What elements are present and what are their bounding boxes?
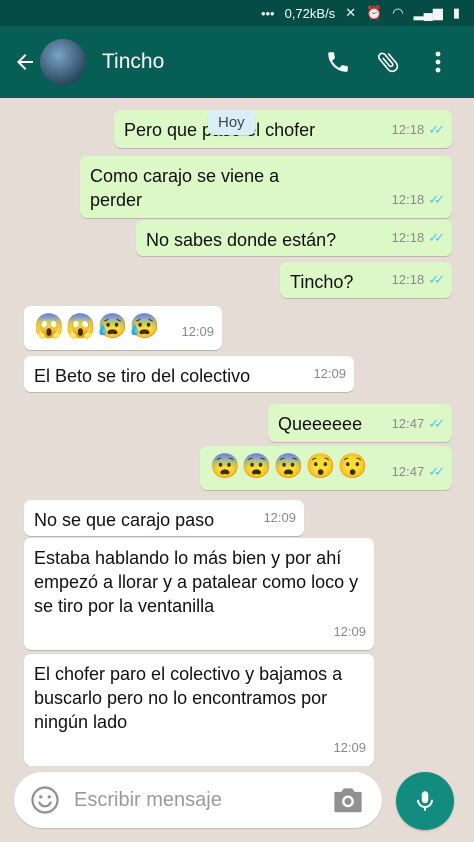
message-text: Estaba hablando lo más bien y por ahí em… xyxy=(34,548,359,616)
chat-area[interactable]: Pero que pasó el chofer 12:18✓✓ Como car… xyxy=(0,98,474,766)
message-bubble[interactable]: 😱😱😰😰 12:09 xyxy=(24,306,222,350)
message-time: 12:18 xyxy=(391,230,425,245)
back-button[interactable] xyxy=(6,42,44,82)
message-bubble[interactable]: Estaba hablando lo más bien y por ahí em… xyxy=(24,538,374,650)
voice-message-button[interactable] xyxy=(396,772,454,830)
message-text: El Beto se tiro del colectivo xyxy=(34,366,251,386)
more-notifications-icon: ••• xyxy=(260,5,275,21)
message-text: No sabes donde están? xyxy=(146,230,337,250)
message-text: Tincho? xyxy=(290,272,354,292)
phone-icon xyxy=(328,52,348,72)
date-chip: Hoy xyxy=(208,110,255,135)
message-time: 12:09 xyxy=(313,366,346,381)
read-ticks-icon: ✓✓ xyxy=(428,192,445,207)
microphone-icon xyxy=(416,791,434,811)
message-bubble[interactable]: El chofer paro el colectivo y bajamos a … xyxy=(24,654,374,766)
message-text: No se que carajo paso xyxy=(34,510,215,530)
emoji-button[interactable] xyxy=(22,777,68,823)
attach-button[interactable] xyxy=(372,46,404,78)
read-ticks-icon: ✓✓ xyxy=(428,464,445,479)
message-bubble[interactable]: No sabes donde están? 12:18 ✓✓ xyxy=(136,220,452,256)
message-time: 12:09 xyxy=(333,740,366,755)
message-bubble[interactable]: 😨😨😨😯😯 12:47 ✓✓ xyxy=(200,446,452,490)
message-time: 12:47 xyxy=(391,464,425,479)
message-time: 12:18 xyxy=(391,272,425,287)
avatar[interactable] xyxy=(40,39,86,85)
battery-icon: ▮ xyxy=(452,5,460,20)
paperclip-icon xyxy=(377,52,399,73)
message-time: 12:47 xyxy=(391,416,425,431)
signal-icon: ▂▄▆ xyxy=(413,5,443,20)
read-ticks-icon: ✓✓ xyxy=(428,122,445,137)
contact-name[interactable]: Tincho xyxy=(102,50,322,74)
message-time: 12:09 xyxy=(333,624,366,639)
read-ticks-icon: ✓✓ xyxy=(428,272,445,287)
call-button[interactable] xyxy=(322,46,354,78)
alarm-icon: ⏰ xyxy=(366,5,383,20)
mute-icon: ✕ xyxy=(345,5,357,20)
message-bubble[interactable]: El Beto se tiro del colectivo 12:09 xyxy=(24,356,354,392)
message-bubble[interactable]: Queeeeee 12:47 ✓✓ xyxy=(268,404,452,442)
message-text: Como carajo se viene a perder xyxy=(90,166,280,210)
message-bubble[interactable]: Como carajo se viene a perder 12:18 ✓✓ xyxy=(80,156,452,218)
chat-header: Tincho xyxy=(0,26,474,98)
message-text: El chofer paro el colectivo y bajamos a … xyxy=(34,664,343,732)
back-arrow-icon xyxy=(17,54,33,70)
read-ticks-icon: ✓✓ xyxy=(428,230,445,245)
message-text: Queeeeee xyxy=(278,414,363,434)
status-bar: ••• 0,72kB/s ✕ ⏰ ◠ ▂▄▆ ▮ xyxy=(0,0,474,26)
message-time: 12:18 xyxy=(391,192,425,207)
message-time: 12:09 xyxy=(181,324,214,339)
smiley-icon xyxy=(31,786,59,814)
message-bubble[interactable]: Tincho? 12:18 ✓✓ xyxy=(280,262,452,298)
message-bubble[interactable]: Pero que pasó el chofer 12:18✓✓ xyxy=(114,110,452,148)
menu-button[interactable] xyxy=(422,46,454,78)
read-ticks-icon: ✓✓ xyxy=(428,416,445,431)
message-input[interactable]: Escribir mensaje xyxy=(74,789,326,812)
message-bubble[interactable]: No se que carajo paso 12:09 xyxy=(24,500,304,536)
message-emoji: 😱😱😰😰 xyxy=(34,313,162,340)
network-speed: 0,72kB/s xyxy=(284,5,336,21)
message-composer: Escribir mensaje xyxy=(14,772,382,828)
camera-icon xyxy=(334,788,362,813)
message-emoji: 😨😨😨😯😯 xyxy=(210,453,370,480)
wifi-icon: ◠ xyxy=(392,5,404,20)
message-time: 12:18 xyxy=(391,122,425,137)
more-vert-icon xyxy=(435,51,441,73)
message-time: 12:09 xyxy=(263,510,296,525)
camera-button[interactable] xyxy=(326,778,370,822)
